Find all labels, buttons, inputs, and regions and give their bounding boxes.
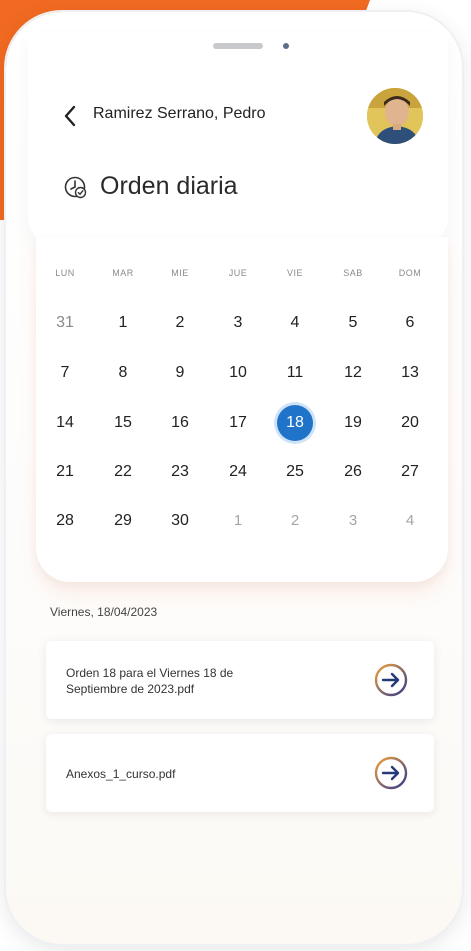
calendar-day[interactable]: 23 <box>162 454 198 490</box>
calendar-day[interactable]: 7 <box>47 355 83 391</box>
calendar-day[interactable]: 16 <box>162 405 198 441</box>
calendar-day[interactable]: 10 <box>220 355 256 391</box>
calendar-day-next-month[interactable]: 2 <box>277 503 313 539</box>
calendar-day-selected[interactable]: 18 <box>277 405 313 441</box>
page-title-row: Orden diaria <box>62 172 238 201</box>
weekday-label: DOM <box>398 268 422 278</box>
calendar-day[interactable]: 5 <box>335 305 371 341</box>
document-card[interactable]: Orden 18 para el Viernes 18 de Septiembr… <box>46 641 434 719</box>
weekday-label: JUE <box>228 268 248 278</box>
page-title: Orden diaria <box>100 172 238 200</box>
calendar-day[interactable]: 19 <box>335 405 371 441</box>
weekday-label: SAB <box>343 268 363 278</box>
document-title: Orden 18 para el Viernes 18 de Septiembr… <box>66 665 296 697</box>
calendar-day[interactable]: 1 <box>105 305 141 341</box>
calendar-day[interactable]: 22 <box>105 454 141 490</box>
calendar-day-next-month[interactable]: 1 <box>220 503 256 539</box>
calendar-day[interactable]: 11 <box>277 355 313 391</box>
chevron-left-icon <box>64 105 76 127</box>
calendar-day[interactable]: 6 <box>392 305 428 341</box>
calendar-day[interactable]: 13 <box>392 355 428 391</box>
patient-name: Ramirez Serrano, Pedro <box>93 105 266 122</box>
selected-date-label: Viernes, 18/04/2023 <box>50 605 158 619</box>
calendar-day[interactable]: 9 <box>162 355 198 391</box>
avatar[interactable] <box>367 88 423 144</box>
weekday-label: VIE <box>286 268 303 278</box>
calendar-day[interactable]: 17 <box>220 405 256 441</box>
calendar-day[interactable]: 28 <box>47 503 83 539</box>
calendar-day[interactable]: 27 <box>392 454 428 490</box>
calendar-day[interactable]: 15 <box>105 405 141 441</box>
calendar-day-next-month[interactable]: 4 <box>392 503 428 539</box>
weekday-label: LUN <box>55 268 75 278</box>
document-card[interactable]: Anexos_1_curso.pdf <box>46 734 434 812</box>
document-title: Anexos_1_curso.pdf <box>66 767 176 781</box>
calendar-day[interactable]: 3 <box>220 305 256 341</box>
calendar-day[interactable]: 24 <box>220 454 256 490</box>
calendar-day[interactable]: 26 <box>335 454 371 490</box>
calendar-day-next-month[interactable]: 3 <box>335 503 371 539</box>
phone-camera <box>283 43 289 49</box>
document-title-line: Septiembre de 2023.pdf <box>66 682 195 696</box>
calendar-day[interactable]: 30 <box>162 503 198 539</box>
calendar-day[interactable]: 21 <box>47 454 83 490</box>
weekday-label: MIE <box>171 268 189 278</box>
document-title-line: Orden 18 para el Viernes 18 de <box>66 666 234 680</box>
clock-check-icon <box>64 176 87 198</box>
calendar-day[interactable]: 31 <box>47 305 83 341</box>
calendar-day[interactable]: 20 <box>392 405 428 441</box>
calendar-day[interactable]: 4 <box>277 305 313 341</box>
calendar-day[interactable]: 2 <box>162 305 198 341</box>
avatar-image <box>367 88 423 144</box>
phone-speaker <box>213 43 263 49</box>
calendar-day[interactable]: 14 <box>47 405 83 441</box>
back-button[interactable] <box>58 102 82 130</box>
arrow-right-circle-icon[interactable] <box>374 663 408 697</box>
calendar-day[interactable]: 29 <box>105 503 141 539</box>
calendar-day[interactable]: 12 <box>335 355 371 391</box>
weekday-label: MAR <box>112 268 134 278</box>
arrow-right-circle-icon[interactable] <box>374 756 408 790</box>
calendar-day[interactable]: 8 <box>105 355 141 391</box>
calendar-day[interactable]: 25 <box>277 454 313 490</box>
